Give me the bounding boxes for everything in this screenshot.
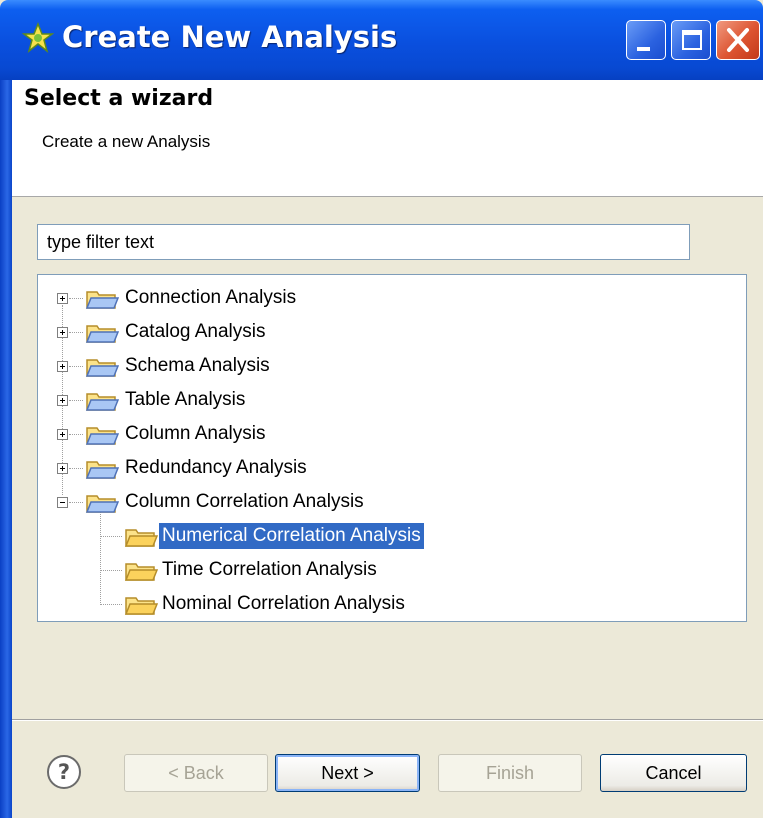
next-button[interactable]: Next > bbox=[275, 754, 420, 792]
cancel-button[interactable]: Cancel bbox=[600, 754, 747, 792]
tree-connector bbox=[69, 400, 83, 401]
tree-connector bbox=[69, 468, 83, 469]
tree-connector bbox=[100, 536, 122, 537]
create-new-analysis-dialog: Create New Analysis Select a wizard Crea… bbox=[0, 0, 763, 818]
tree-item-label: Catalog Analysis bbox=[125, 321, 266, 342]
tree-item[interactable]: Column Correlation Analysis bbox=[38, 489, 738, 517]
maximize-icon bbox=[682, 30, 702, 50]
tree-connector bbox=[100, 604, 122, 605]
folder-open-icon bbox=[85, 495, 119, 513]
tree-item[interactable]: Redundancy Analysis bbox=[38, 455, 738, 483]
header-description: Create a new Analysis bbox=[42, 132, 211, 151]
header-title: Select a wizard bbox=[24, 86, 214, 111]
window-title: Create New Analysis bbox=[62, 20, 398, 54]
folder-icon bbox=[85, 325, 119, 343]
tree-item-label: Table Analysis bbox=[125, 389, 246, 410]
tree-item-label-selected: Numerical Correlation Analysis bbox=[159, 523, 424, 549]
filter-input[interactable] bbox=[37, 224, 690, 260]
tree-connector bbox=[69, 434, 83, 435]
tree-connector bbox=[69, 366, 83, 367]
wizard-header: Select a wizard Create a new Analysis bbox=[12, 80, 763, 197]
tree-item-label: Redundancy Analysis bbox=[125, 457, 307, 478]
folder-icon bbox=[85, 291, 119, 309]
expand-plus-icon[interactable] bbox=[57, 293, 68, 304]
tree-connector bbox=[69, 298, 83, 299]
tree-connector bbox=[100, 570, 122, 571]
tree-child-item[interactable]: Numerical Correlation Analysis bbox=[38, 523, 738, 551]
tree-child-item[interactable]: Time Correlation Analysis bbox=[38, 557, 738, 585]
finish-button[interactable]: Finish bbox=[438, 754, 582, 792]
tree-connector bbox=[100, 507, 101, 603]
back-button[interactable]: < Back bbox=[124, 754, 268, 792]
title-bar[interactable]: Create New Analysis bbox=[0, 0, 763, 80]
window-border bbox=[0, 80, 12, 818]
minimize-icon bbox=[637, 47, 650, 51]
footer-separator bbox=[12, 719, 763, 721]
tree-child-item[interactable]: Nominal Correlation Analysis bbox=[38, 591, 738, 619]
tree-connector bbox=[69, 332, 83, 333]
folder-icon bbox=[85, 461, 119, 479]
folder-icon bbox=[85, 393, 119, 411]
expand-plus-icon[interactable] bbox=[57, 463, 68, 474]
expand-plus-icon[interactable] bbox=[57, 361, 68, 372]
folder-open-icon bbox=[124, 597, 158, 615]
folder-icon bbox=[85, 359, 119, 377]
tree-item[interactable]: Schema Analysis bbox=[38, 353, 738, 381]
tree-item[interactable]: Table Analysis bbox=[38, 387, 738, 415]
tree-item[interactable]: Connection Analysis bbox=[38, 285, 738, 313]
folder-icon bbox=[85, 427, 119, 445]
minimize-button[interactable] bbox=[626, 20, 666, 60]
expand-plus-icon[interactable] bbox=[57, 395, 68, 406]
folder-open-icon bbox=[124, 563, 158, 581]
folder-open-icon bbox=[124, 529, 158, 547]
help-icon[interactable]: ? bbox=[47, 755, 81, 789]
maximize-button[interactable] bbox=[671, 20, 711, 60]
wizard-tree[interactable]: Connection Analysis Catalog Analysis Sch… bbox=[37, 274, 747, 622]
tree-item-label: Schema Analysis bbox=[125, 355, 270, 376]
tree-item-label: Nominal Correlation Analysis bbox=[162, 593, 405, 614]
tree-item[interactable]: Column Analysis bbox=[38, 421, 738, 449]
expand-plus-icon[interactable] bbox=[57, 327, 68, 338]
tree-item[interactable]: Catalog Analysis bbox=[38, 319, 738, 347]
tree-item-label: Connection Analysis bbox=[125, 287, 297, 308]
collapse-minus-icon[interactable] bbox=[57, 497, 68, 508]
tree-item-label: Column Analysis bbox=[125, 423, 266, 444]
star-icon bbox=[22, 22, 54, 53]
tree-item-label: Column Correlation Analysis bbox=[125, 491, 364, 512]
tree-connector bbox=[69, 502, 83, 503]
close-button[interactable] bbox=[716, 20, 760, 60]
close-icon bbox=[727, 28, 749, 52]
tree-item-label: Time Correlation Analysis bbox=[162, 559, 377, 580]
expand-plus-icon[interactable] bbox=[57, 429, 68, 440]
